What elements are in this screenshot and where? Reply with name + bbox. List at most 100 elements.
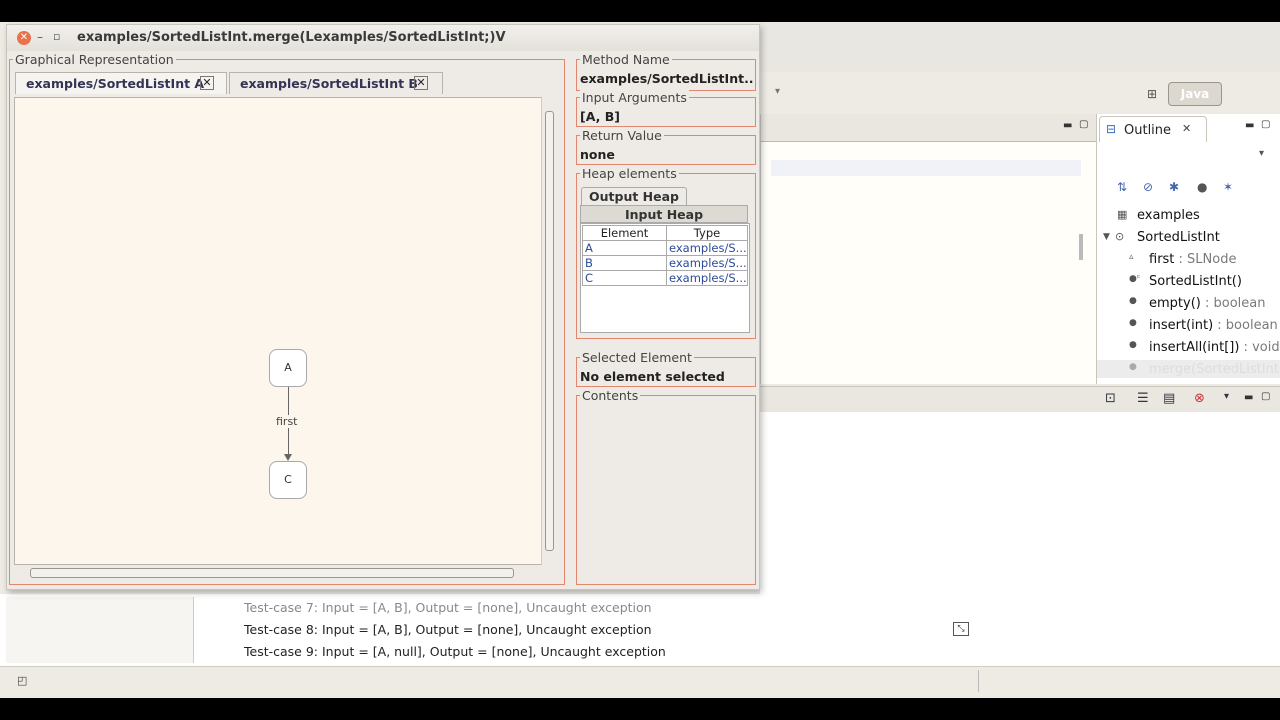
method-icon: ● bbox=[1129, 296, 1137, 306]
sort-icon[interactable]: ⇅ bbox=[1117, 180, 1127, 194]
tab-label: examples/SortedListInt A bbox=[26, 76, 205, 91]
tree-item-label: empty() bbox=[1149, 296, 1201, 311]
test-result-line[interactable]: Test-case 7: Input = [A, B], Output = [n… bbox=[244, 600, 652, 615]
tree-item[interactable]: ▼ ⊙ SortedListInt bbox=[1097, 228, 1280, 248]
close-icon[interactable]: ✕ bbox=[200, 76, 214, 90]
tab-sortedlistint-b[interactable]: examples/SortedListInt B ✕ bbox=[229, 72, 443, 94]
open-perspective-icon[interactable]: ⊞ bbox=[1147, 87, 1157, 101]
tree-item[interactable]: ▵ first : SLNode bbox=[1097, 250, 1280, 270]
chevron-down-icon[interactable]: ▾ bbox=[775, 86, 780, 97]
maximize-icon[interactable]: ▢ bbox=[1261, 391, 1272, 402]
input-arguments-value: [A, B] bbox=[580, 109, 620, 124]
letterbox-top bbox=[0, 0, 1280, 22]
tree-item[interactable]: ● insertAll(int[]) : void bbox=[1097, 338, 1280, 358]
view-menu-icon[interactable]: ▾ bbox=[1259, 148, 1270, 159]
letterbox-bottom bbox=[0, 698, 1280, 720]
method-name-label: Method Name bbox=[580, 52, 672, 67]
tab-sortedlistint-a[interactable]: examples/SortedListInt A ✕ bbox=[15, 72, 227, 94]
minimize-icon[interactable]: ▬ bbox=[1244, 392, 1255, 403]
method-name-value: examples/SortedListInt.... bbox=[580, 71, 754, 86]
tree-item-label: insert(int) bbox=[1149, 318, 1214, 333]
status-icon[interactable]: ◰ bbox=[17, 674, 27, 687]
graph-node-c[interactable]: C bbox=[269, 461, 307, 499]
tree-item[interactable]: ● insert(int) : boolean bbox=[1097, 316, 1280, 336]
horizontal-scrollbar[interactable] bbox=[14, 565, 534, 581]
window-title: examples/SortedListInt.merge(Lexamples/S… bbox=[77, 30, 506, 45]
edge-label: first bbox=[276, 415, 298, 428]
vertical-scrollbar[interactable] bbox=[541, 97, 557, 565]
tree-item[interactable]: ▦ examples bbox=[1097, 206, 1280, 226]
java-perspective-button[interactable]: Java bbox=[1168, 82, 1222, 106]
heap-element-cell[interactable]: A bbox=[582, 240, 667, 256]
tree-item-label: merge(SortedListInt) bbox=[1149, 362, 1280, 377]
ide-header-strip bbox=[760, 22, 1280, 72]
heap-elements-label: Heap elements bbox=[580, 166, 679, 181]
heap-type-cell[interactable]: examples/S... bbox=[666, 240, 748, 256]
chevron-down-icon[interactable]: ▾ bbox=[1224, 391, 1229, 402]
console-clear-icon[interactable]: ☰ bbox=[1137, 391, 1149, 406]
heap-element-cell[interactable]: B bbox=[582, 255, 667, 271]
tree-item-label: examples bbox=[1137, 208, 1200, 223]
column-header-type[interactable]: Type bbox=[666, 225, 748, 241]
table-row[interactable]: A examples/S... bbox=[582, 240, 748, 256]
close-window-icon[interactable]: ✕ bbox=[17, 31, 31, 45]
maximize-icon[interactable]: ▢ bbox=[1079, 119, 1090, 130]
return-value-label: Return Value bbox=[580, 128, 664, 143]
selected-element-value: No element selected bbox=[580, 369, 725, 384]
tree-item-type: : boolean bbox=[1213, 318, 1278, 333]
editor-current-line bbox=[771, 160, 1081, 176]
method-icon: ● bbox=[1129, 340, 1137, 350]
status-bar bbox=[0, 666, 1280, 698]
minimize-icon[interactable]: ▬ bbox=[1245, 120, 1256, 131]
tree-item-label: SortedListInt() bbox=[1149, 274, 1242, 289]
tree-item[interactable]: ●ᶜ SortedListInt() bbox=[1097, 272, 1280, 292]
resize-icon[interactable]: ⤡ bbox=[953, 622, 969, 636]
selected-element-label: Selected Element bbox=[580, 350, 694, 365]
arrow-head-icon bbox=[284, 454, 292, 461]
scrollbar-thumb[interactable] bbox=[545, 111, 554, 551]
hide-fields-icon[interactable]: ⊘ bbox=[1143, 180, 1153, 194]
hide-static-icon[interactable]: ✱ bbox=[1169, 180, 1179, 194]
test-result-line[interactable]: Test-case 9: Input = [A, null], Output =… bbox=[244, 644, 666, 659]
maximize-icon[interactable]: ▢ bbox=[1261, 119, 1272, 130]
close-icon[interactable]: ✕ bbox=[414, 76, 428, 90]
terminate-icon[interactable]: ⊗ bbox=[1194, 391, 1205, 406]
editor-tabbar bbox=[761, 114, 1097, 142]
heap-type-cell[interactable]: examples/S... bbox=[666, 270, 748, 286]
minimize-icon[interactable]: ▬ bbox=[1063, 120, 1074, 131]
class-icon: ⊙ bbox=[1115, 230, 1125, 243]
table-row[interactable]: C examples/S... bbox=[582, 270, 748, 286]
editor-scrollbar[interactable] bbox=[1079, 234, 1083, 260]
graph-node-a[interactable]: A bbox=[269, 349, 307, 387]
hide-nonpublic-icon[interactable]: ● bbox=[1197, 180, 1207, 194]
tab-output-heap[interactable]: Output Heap bbox=[581, 187, 687, 205]
outline-tab-label: Outline bbox=[1124, 123, 1172, 138]
expand-icon[interactable]: ▼ bbox=[1103, 232, 1110, 242]
constructor-icon: ●ᶜ bbox=[1129, 274, 1141, 284]
tab-outline[interactable]: ⊟ Outline ✕ bbox=[1099, 116, 1207, 142]
minimize-window-icon[interactable]: – bbox=[37, 30, 49, 44]
heap-table: Element Type A examples/S... B examples/… bbox=[582, 225, 748, 286]
test-result-line[interactable]: Test-case 8: Input = [A, B], Output = [n… bbox=[244, 622, 652, 637]
console-pin-icon[interactable]: ⊡ bbox=[1105, 391, 1116, 406]
input-arguments-label: Input Arguments bbox=[580, 90, 689, 105]
heap-type-cell[interactable]: examples/S... bbox=[666, 255, 748, 271]
tree-item-label: first bbox=[1149, 252, 1175, 267]
maximize-window-icon[interactable]: ▫ bbox=[53, 30, 65, 44]
tree-item[interactable]: ● empty() : boolean bbox=[1097, 294, 1280, 314]
tab-input-heap[interactable]: Input Heap bbox=[580, 205, 748, 223]
console-scroll-lock-icon[interactable]: ▤ bbox=[1163, 391, 1175, 406]
method-icon: ● bbox=[1129, 362, 1137, 372]
console-area bbox=[760, 412, 1280, 594]
status-separator bbox=[978, 670, 979, 692]
field-icon: ▵ bbox=[1129, 252, 1134, 262]
window-titlebar[interactable]: ✕ – ▫ examples/SortedListInt.merge(Lexam… bbox=[7, 25, 759, 51]
scrollbar-thumb[interactable] bbox=[30, 568, 514, 578]
table-row[interactable]: B examples/S... bbox=[582, 255, 748, 271]
column-header-element[interactable]: Element bbox=[582, 225, 667, 241]
close-icon[interactable]: ✕ bbox=[1182, 122, 1191, 135]
package-icon: ▦ bbox=[1117, 208, 1128, 221]
hide-local-types-icon[interactable]: ✶ bbox=[1223, 180, 1233, 194]
tree-item[interactable]: ● merge(SortedListInt) bbox=[1097, 360, 1280, 378]
heap-element-cell[interactable]: C bbox=[582, 270, 667, 286]
